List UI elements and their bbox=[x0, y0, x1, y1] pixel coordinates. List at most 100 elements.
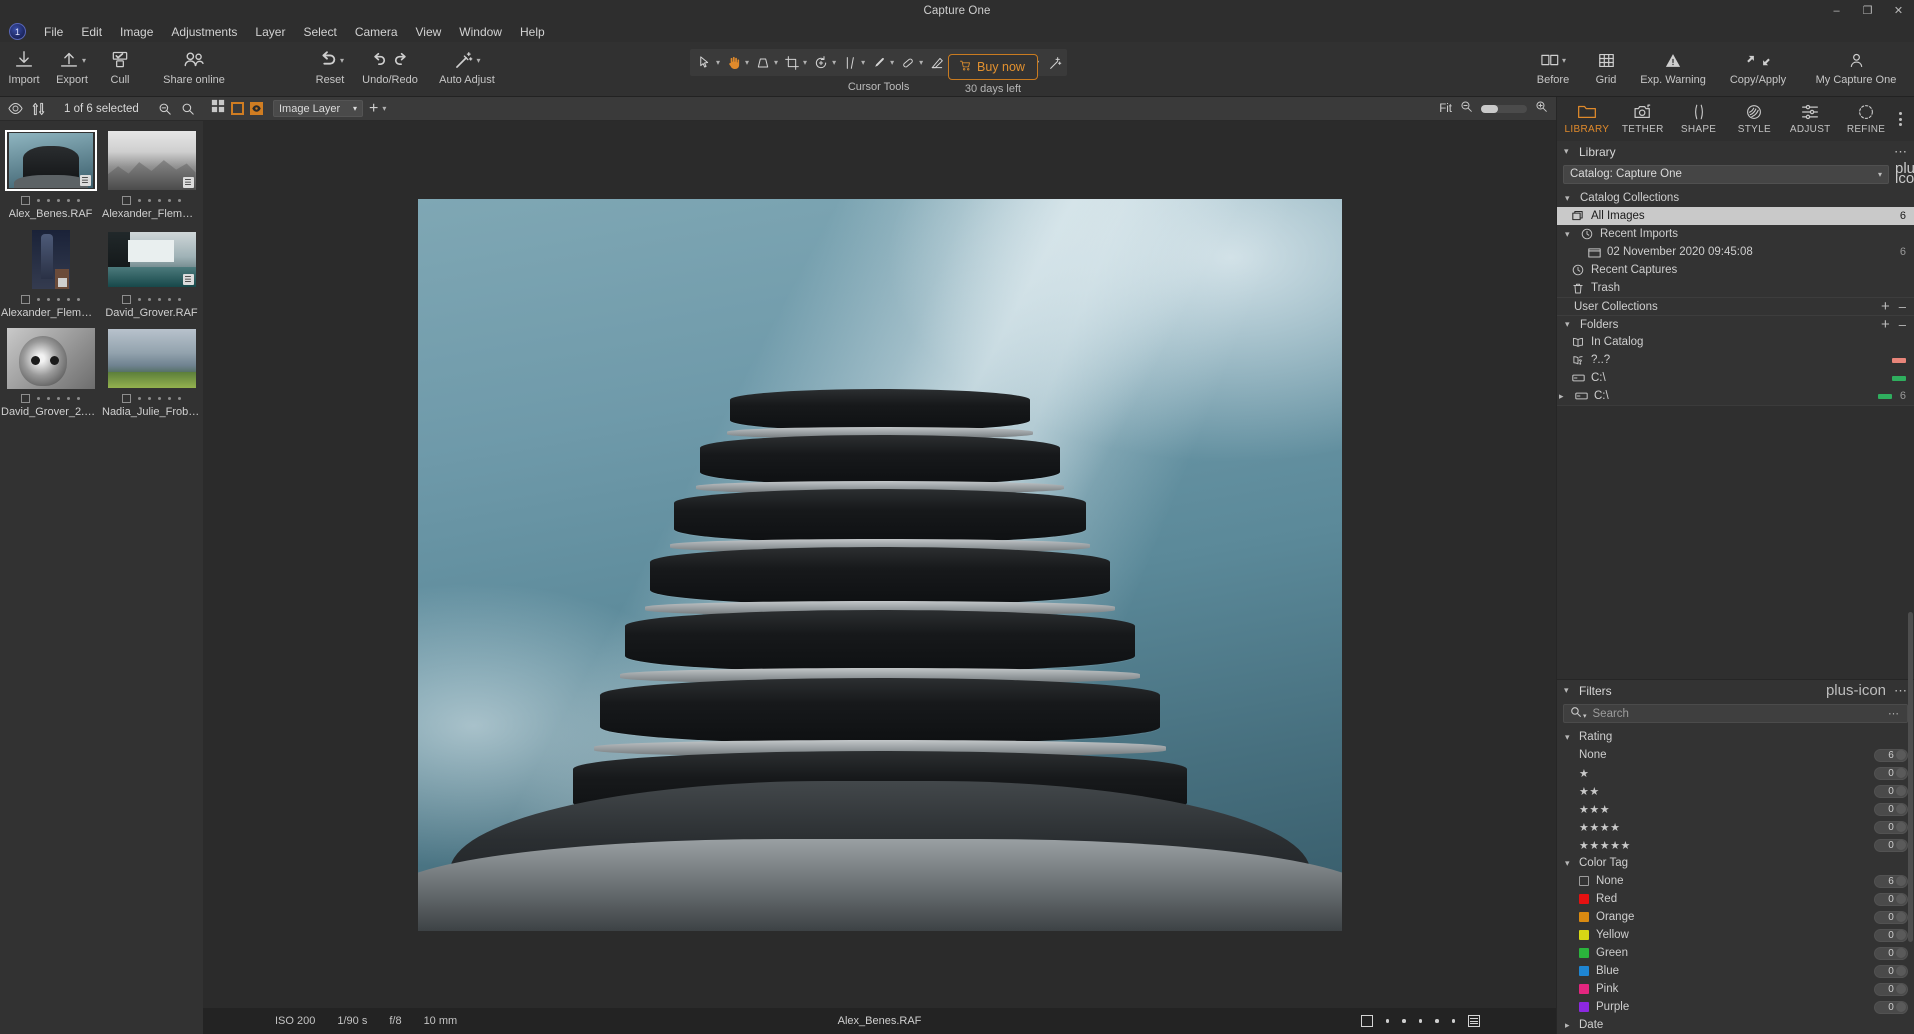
share-online-button[interactable]: Share online bbox=[144, 42, 244, 97]
select-checkbox[interactable] bbox=[122, 394, 131, 403]
rating-dot[interactable] bbox=[67, 298, 70, 301]
search-input[interactable]: ▾ Search ⋯ bbox=[1563, 704, 1908, 723]
tab-tether[interactable]: TETHER bbox=[1615, 97, 1671, 141]
reset-button[interactable]: ▾ Reset bbox=[306, 42, 354, 97]
my-capture-one-button[interactable]: My Capture One bbox=[1800, 42, 1912, 97]
chevron-down-icon[interactable]: ▾ bbox=[1565, 229, 1574, 240]
filters-options-icon[interactable]: ⋯ bbox=[1894, 683, 1907, 699]
image-canvas[interactable] bbox=[203, 121, 1556, 1008]
rating-dot[interactable] bbox=[158, 199, 161, 202]
rating-dot[interactable] bbox=[148, 397, 151, 400]
list-item[interactable]: ☰ David_Grover.RAF bbox=[101, 226, 202, 325]
chevron-down-icon[interactable]: ▾ bbox=[382, 104, 386, 113]
zoom-in-icon[interactable] bbox=[1535, 100, 1548, 118]
close-button[interactable]: ✕ bbox=[1883, 0, 1914, 21]
chevron-right-icon[interactable]: ▸ bbox=[1565, 1020, 1574, 1031]
chevron-down-icon[interactable]: ▾ bbox=[890, 58, 894, 67]
chevron-down-icon[interactable]: ▾ bbox=[716, 58, 720, 67]
sidebar-item-recent-imports[interactable]: ▾ Recent Imports bbox=[1557, 225, 1914, 243]
sidebar-item-all-images[interactable]: All Images 6 bbox=[1557, 207, 1914, 225]
cull-button[interactable]: Cull bbox=[96, 42, 144, 97]
sort-icon[interactable] bbox=[32, 102, 45, 116]
select-checkbox[interactable] bbox=[21, 394, 30, 403]
cursor-tool-keystone[interactable]: ▾ bbox=[751, 51, 780, 74]
layer-visibility-icon[interactable] bbox=[250, 102, 263, 115]
undo-redo-button[interactable]: Undo/Redo bbox=[354, 42, 426, 97]
filter-color-pink[interactable]: Pink 0 bbox=[1557, 980, 1914, 998]
chevron-down-icon[interactable]: ▾ bbox=[1565, 858, 1574, 869]
chevron-down-icon[interactable]: ▾ bbox=[861, 58, 865, 67]
add-user-collection-button[interactable]: + bbox=[1881, 302, 1890, 312]
rating-dot[interactable] bbox=[1419, 1019, 1423, 1023]
chevron-down-icon[interactable]: ▾ bbox=[832, 58, 836, 67]
select-checkbox[interactable] bbox=[21, 295, 30, 304]
add-layer-button[interactable]: + ▾ bbox=[369, 103, 386, 115]
chevron-down-icon[interactable]: ▾ bbox=[1564, 685, 1573, 696]
export-chevron-down-icon[interactable]: ▾ bbox=[82, 56, 86, 65]
rating-dot[interactable] bbox=[77, 397, 80, 400]
cursor-tool-spot-removal[interactable]: ▾ bbox=[867, 51, 896, 74]
filter-color-red[interactable]: Red 0 bbox=[1557, 890, 1914, 908]
rating-dot[interactable] bbox=[1452, 1019, 1456, 1023]
thumbnail-frame[interactable]: ☰ bbox=[106, 229, 198, 290]
menu-window[interactable]: Window bbox=[450, 22, 511, 42]
rating-dot[interactable] bbox=[47, 397, 50, 400]
rating-dot[interactable] bbox=[148, 298, 151, 301]
rating-dot[interactable] bbox=[168, 199, 171, 202]
menu-adjustments[interactable]: Adjustments bbox=[162, 22, 246, 42]
exposure-warning-button[interactable]: Exp. Warning bbox=[1630, 42, 1716, 97]
cursor-tool-rotate[interactable]: ▾ bbox=[809, 51, 838, 74]
thumbnail-frame[interactable]: ☰ bbox=[106, 130, 198, 191]
zoom-out-icon[interactable] bbox=[158, 102, 172, 116]
before-after-button[interactable]: ▾ Before bbox=[1524, 42, 1582, 97]
tool-tabs-overflow-icon[interactable] bbox=[1894, 112, 1912, 126]
chevron-down-icon[interactable]: ▾ bbox=[1565, 319, 1574, 330]
remove-user-collection-button[interactable]: – bbox=[1899, 299, 1906, 314]
chevron-down-icon[interactable]: ▾ bbox=[919, 58, 923, 67]
tab-library[interactable]: LIBRARY bbox=[1559, 97, 1615, 141]
import-button[interactable]: Import bbox=[0, 42, 48, 97]
filter-group-rating[interactable]: ▾ Rating bbox=[1557, 728, 1914, 746]
rating-dot[interactable] bbox=[138, 397, 141, 400]
chevron-down-icon[interactable]: ▾ bbox=[353, 104, 357, 113]
rating-dot[interactable] bbox=[37, 298, 40, 301]
tab-refine[interactable]: REFINE bbox=[1838, 97, 1894, 141]
rating-dot[interactable] bbox=[158, 298, 161, 301]
rating-dot[interactable] bbox=[67, 199, 70, 202]
filter-color-purple[interactable]: Purple 0 bbox=[1557, 998, 1914, 1016]
rating-dot[interactable] bbox=[168, 298, 171, 301]
menu-camera[interactable]: Camera bbox=[346, 22, 407, 42]
library-header[interactable]: ▾ Library ⋯ bbox=[1557, 141, 1914, 162]
cursor-tool-select[interactable]: ▾ bbox=[693, 51, 722, 74]
list-item[interactable]: David_Grover_2.ARW bbox=[0, 325, 101, 424]
rating-dot[interactable] bbox=[178, 298, 181, 301]
catalog-select[interactable]: Catalog: Capture One ▾ bbox=[1563, 165, 1889, 184]
rating-dot[interactable] bbox=[1386, 1019, 1390, 1023]
zoom-slider[interactable] bbox=[1481, 105, 1527, 113]
menu-image[interactable]: Image bbox=[111, 22, 162, 42]
library-options-icon[interactable]: ⋯ bbox=[1894, 144, 1907, 160]
filters-header[interactable]: ▾ Filters plus-icon ⋯ bbox=[1557, 680, 1914, 701]
select-checkbox[interactable] bbox=[122, 196, 131, 205]
menu-layer[interactable]: Layer bbox=[246, 22, 294, 42]
add-filter-button[interactable]: plus-icon bbox=[1826, 686, 1886, 696]
select-checkbox[interactable] bbox=[1361, 1015, 1373, 1027]
filter-rating-1[interactable]: ★ 0 bbox=[1557, 764, 1914, 782]
menu-view[interactable]: View bbox=[407, 22, 451, 42]
filter-color-yellow[interactable]: Yellow 0 bbox=[1557, 926, 1914, 944]
grid-button[interactable]: Grid bbox=[1582, 42, 1630, 97]
layer-select[interactable]: Image Layer ▾ bbox=[273, 100, 363, 117]
rating-dot[interactable] bbox=[1435, 1019, 1439, 1023]
zoom-in-icon[interactable] bbox=[181, 102, 195, 116]
filter-color-green[interactable]: Green 0 bbox=[1557, 944, 1914, 962]
sidebar-item-in-catalog[interactable]: In Catalog bbox=[1557, 333, 1914, 351]
rating-dot[interactable] bbox=[57, 397, 60, 400]
chevron-down-icon[interactable]: ▾ bbox=[774, 58, 778, 67]
rating-dot[interactable] bbox=[1402, 1019, 1406, 1023]
rating-dot[interactable] bbox=[47, 298, 50, 301]
rating-dot[interactable] bbox=[138, 199, 141, 202]
menu-file[interactable]: File bbox=[35, 22, 72, 42]
sidebar-item-drive-c-1[interactable]: C:\ bbox=[1557, 369, 1914, 387]
filter-rating-3[interactable]: ★★★ 0 bbox=[1557, 800, 1914, 818]
filter-rating-5[interactable]: ★★★★★ 0 bbox=[1557, 836, 1914, 854]
